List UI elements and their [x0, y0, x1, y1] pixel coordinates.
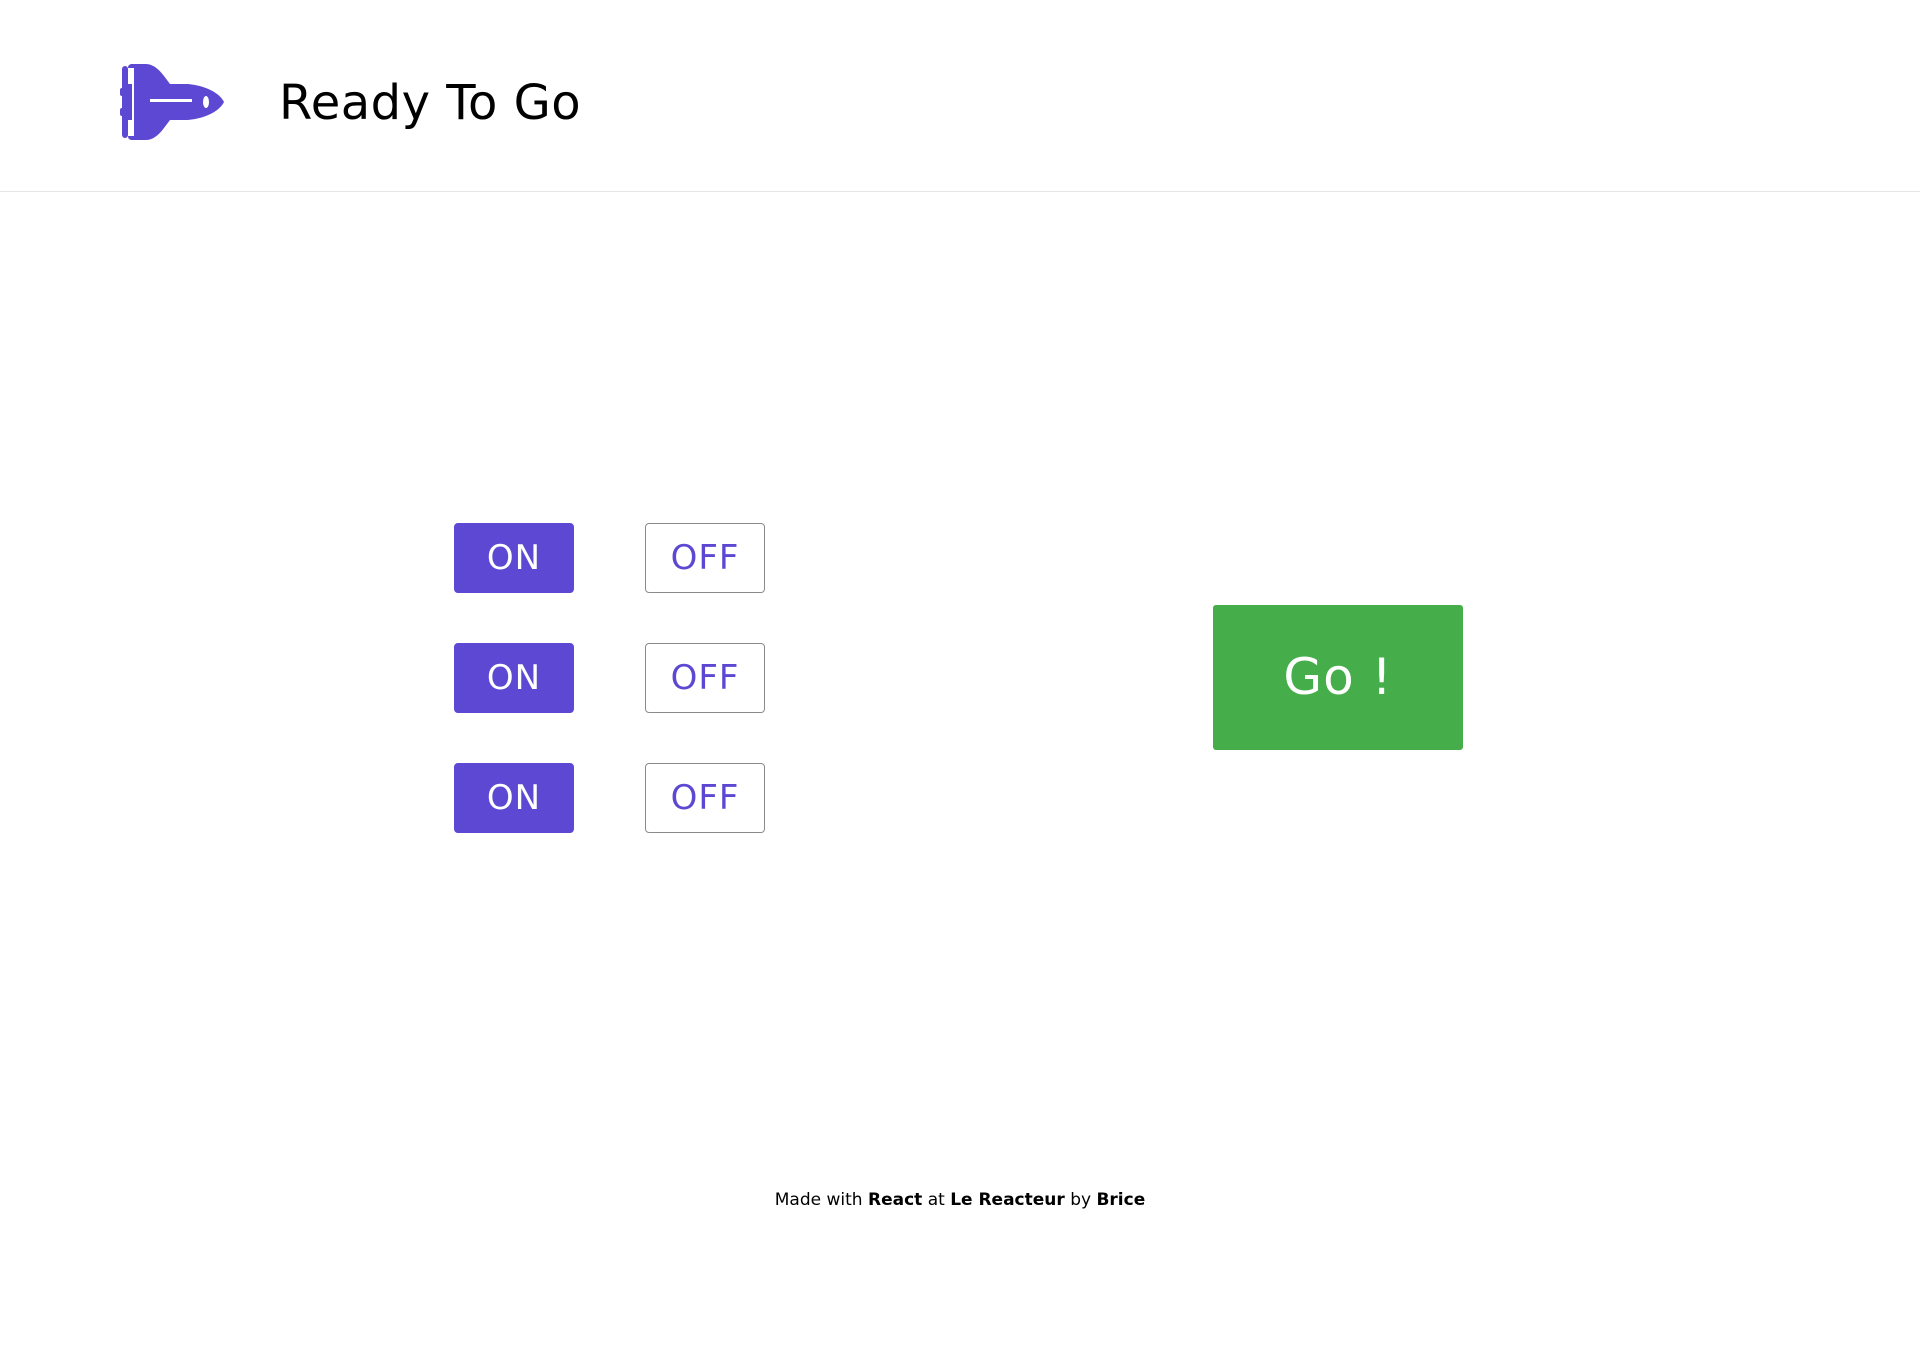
app-header: Ready To Go	[0, 0, 1920, 192]
footer-school: Le Reacteur	[950, 1190, 1065, 1210]
switch-1-off-button[interactable]: OFF	[645, 523, 765, 593]
switch-3-on-button[interactable]: ON	[454, 763, 574, 833]
switch-2-off-button[interactable]: OFF	[645, 643, 765, 713]
footer-by: by	[1070, 1190, 1092, 1210]
page: Ready To Go ON OFF ON OFF ON OFF Go ! Ma…	[0, 0, 1920, 1356]
footer-at: at	[927, 1190, 945, 1210]
go-button[interactable]: Go !	[1213, 605, 1463, 750]
footer-tech: React	[867, 1190, 923, 1210]
switch-2-on-button[interactable]: ON	[454, 643, 574, 713]
footer: Made with React at Le Reacteur by Brice	[0, 1188, 1920, 1212]
switch-1-on-button[interactable]: ON	[454, 523, 574, 593]
footer-author: Brice	[1096, 1190, 1146, 1210]
space-shuttle-icon	[120, 62, 226, 142]
footer-made-with: Made with	[774, 1190, 863, 1210]
switch-3-off-button[interactable]: OFF	[645, 763, 765, 833]
app-title: Ready To Go	[279, 75, 582, 131]
